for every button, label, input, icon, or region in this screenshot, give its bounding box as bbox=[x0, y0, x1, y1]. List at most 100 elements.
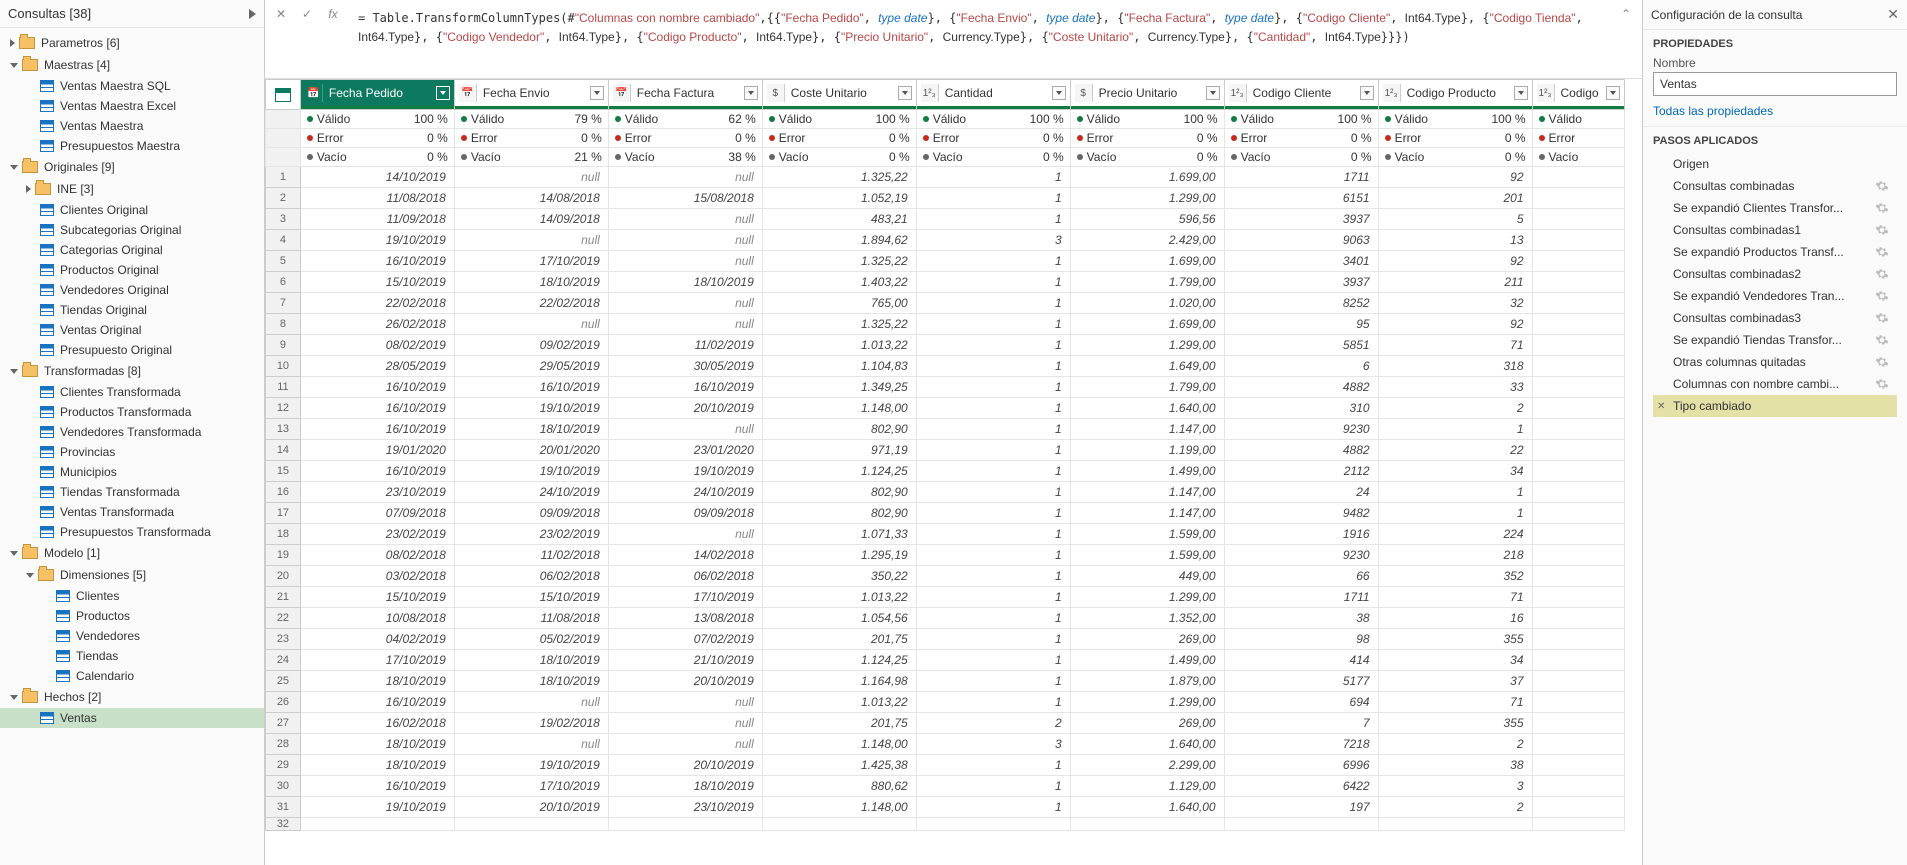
data-cell[interactable]: 9230 bbox=[1224, 419, 1378, 440]
data-cell[interactable]: null bbox=[608, 293, 762, 314]
data-cell[interactable]: 1 bbox=[1378, 482, 1532, 503]
data-cell[interactable]: 1 bbox=[916, 503, 1070, 524]
column-filter-icon[interactable] bbox=[1206, 86, 1220, 100]
data-cell[interactable] bbox=[1532, 251, 1624, 272]
data-cell[interactable]: 1.799,00 bbox=[1070, 272, 1224, 293]
type-icon[interactable]: 📅 bbox=[613, 84, 631, 102]
applied-step[interactable]: ✕Tipo cambiado bbox=[1653, 395, 1897, 417]
data-cell[interactable]: 1 bbox=[916, 293, 1070, 314]
applied-step[interactable]: Se expandió Tiendas Transfor... bbox=[1653, 329, 1897, 351]
query-item[interactable]: Productos Transformada bbox=[0, 402, 264, 422]
query-item[interactable]: Municipios bbox=[0, 462, 264, 482]
data-cell[interactable]: 2 bbox=[916, 713, 1070, 734]
data-cell[interactable]: 17/10/2019 bbox=[454, 776, 608, 797]
delete-step-icon[interactable]: ✕ bbox=[1657, 401, 1665, 412]
data-cell[interactable]: 18/10/2019 bbox=[608, 776, 762, 797]
data-cell[interactable]: 18/10/2019 bbox=[300, 734, 454, 755]
formula-fx-icon[interactable]: fx bbox=[323, 4, 343, 24]
select-all-corner[interactable] bbox=[266, 80, 301, 110]
data-cell[interactable]: 1.599,00 bbox=[1070, 524, 1224, 545]
formula-cancel-icon[interactable]: ✕ bbox=[271, 4, 291, 24]
data-cell[interactable]: 4882 bbox=[1224, 440, 1378, 461]
column-header[interactable]: 1²₃ Cantidad bbox=[916, 80, 1070, 110]
properties-heading[interactable]: PROPIEDADES bbox=[1653, 38, 1897, 50]
data-cell[interactable]: 11/08/2018 bbox=[454, 608, 608, 629]
data-cell[interactable]: 596,56 bbox=[1070, 209, 1224, 230]
column-filter-icon[interactable] bbox=[1606, 86, 1620, 100]
data-cell[interactable]: 3 bbox=[916, 734, 1070, 755]
formula-input[interactable]: = Table.TransformColumnTypes(#"Columnas … bbox=[349, 4, 1610, 74]
row-number[interactable]: 28 bbox=[266, 734, 301, 755]
column-filter-icon[interactable] bbox=[590, 86, 604, 100]
data-cell[interactable]: 1 bbox=[916, 629, 1070, 650]
data-cell[interactable]: 11/02/2019 bbox=[608, 335, 762, 356]
data-cell[interactable]: 4882 bbox=[1224, 377, 1378, 398]
query-item[interactable]: Clientes Transformada bbox=[0, 382, 264, 402]
data-cell[interactable] bbox=[1532, 566, 1624, 587]
data-cell[interactable]: 224 bbox=[1378, 524, 1532, 545]
data-cell[interactable]: 201 bbox=[1378, 188, 1532, 209]
data-cell[interactable]: 5177 bbox=[1224, 671, 1378, 692]
data-cell[interactable]: 1711 bbox=[1224, 587, 1378, 608]
data-cell[interactable]: null bbox=[454, 692, 608, 713]
data-cell[interactable]: 971,19 bbox=[762, 440, 916, 461]
data-cell[interactable]: 269,00 bbox=[1070, 713, 1224, 734]
row-number[interactable]: 21 bbox=[266, 587, 301, 608]
data-cell[interactable]: 24/10/2019 bbox=[454, 482, 608, 503]
row-number[interactable]: 20 bbox=[266, 566, 301, 587]
data-cell[interactable]: null bbox=[454, 734, 608, 755]
data-cell[interactable] bbox=[1532, 608, 1624, 629]
column-header[interactable]: 📅 Fecha Factura bbox=[608, 80, 762, 110]
row-number[interactable]: 30 bbox=[266, 776, 301, 797]
data-cell[interactable]: null bbox=[608, 314, 762, 335]
query-group[interactable]: INE [3] bbox=[0, 178, 264, 200]
data-cell[interactable]: 1 bbox=[916, 209, 1070, 230]
applied-step[interactable]: Se expandió Productos Transf... bbox=[1653, 241, 1897, 263]
data-cell[interactable]: 414 bbox=[1224, 650, 1378, 671]
data-cell[interactable]: 22/02/2018 bbox=[300, 293, 454, 314]
formula-expand-icon[interactable]: ⌃ bbox=[1616, 4, 1636, 24]
data-cell[interactable]: 1 bbox=[916, 314, 1070, 335]
row-number[interactable]: 11 bbox=[266, 377, 301, 398]
data-cell[interactable]: 1 bbox=[916, 167, 1070, 188]
gear-icon[interactable] bbox=[1875, 245, 1889, 259]
data-cell[interactable]: 34 bbox=[1378, 650, 1532, 671]
data-cell[interactable]: null bbox=[608, 230, 762, 251]
data-cell[interactable]: 6422 bbox=[1224, 776, 1378, 797]
data-cell[interactable]: 7218 bbox=[1224, 734, 1378, 755]
applied-step[interactable]: Consultas combinadas3 bbox=[1653, 307, 1897, 329]
data-cell[interactable]: 1916 bbox=[1224, 524, 1378, 545]
data-cell[interactable]: 16/10/2019 bbox=[300, 251, 454, 272]
data-cell[interactable]: 211 bbox=[1378, 272, 1532, 293]
data-cell[interactable]: 318 bbox=[1378, 356, 1532, 377]
data-cell[interactable]: 20/10/2019 bbox=[608, 398, 762, 419]
query-item[interactable]: Presupuesto Original bbox=[0, 340, 264, 360]
data-cell[interactable] bbox=[762, 818, 916, 831]
data-cell[interactable] bbox=[1532, 818, 1624, 831]
data-cell[interactable]: 16/10/2019 bbox=[300, 377, 454, 398]
data-cell[interactable]: 1.299,00 bbox=[1070, 587, 1224, 608]
data-cell[interactable]: 3 bbox=[916, 230, 1070, 251]
data-cell[interactable]: 1 bbox=[916, 650, 1070, 671]
data-cell[interactable] bbox=[1532, 503, 1624, 524]
query-item[interactable]: Ventas Transformada bbox=[0, 502, 264, 522]
data-cell[interactable]: 1.599,00 bbox=[1070, 545, 1224, 566]
row-number[interactable]: 22 bbox=[266, 608, 301, 629]
data-cell[interactable]: 22 bbox=[1378, 440, 1532, 461]
data-cell[interactable]: 1.052,19 bbox=[762, 188, 916, 209]
row-number[interactable]: 12 bbox=[266, 398, 301, 419]
data-grid-wrapper[interactable]: 📅 Fecha Pedido 📅 Fecha Envio 📅 Fecha Fac… bbox=[265, 79, 1642, 865]
data-cell[interactable]: 1 bbox=[1378, 419, 1532, 440]
data-cell[interactable] bbox=[1532, 797, 1624, 818]
data-cell[interactable]: 23/01/2020 bbox=[608, 440, 762, 461]
data-cell[interactable]: 18/10/2019 bbox=[300, 671, 454, 692]
data-cell[interactable]: 7 bbox=[1224, 713, 1378, 734]
row-number[interactable]: 23 bbox=[266, 629, 301, 650]
data-cell[interactable]: 694 bbox=[1224, 692, 1378, 713]
data-cell[interactable] bbox=[1532, 692, 1624, 713]
data-cell[interactable]: 3401 bbox=[1224, 251, 1378, 272]
data-cell[interactable]: 1.649,00 bbox=[1070, 356, 1224, 377]
row-number[interactable]: 27 bbox=[266, 713, 301, 734]
data-cell[interactable]: 21/10/2019 bbox=[608, 650, 762, 671]
queries-tree[interactable]: Parametros [6]Maestras [4]Ventas Maestra… bbox=[0, 28, 264, 865]
